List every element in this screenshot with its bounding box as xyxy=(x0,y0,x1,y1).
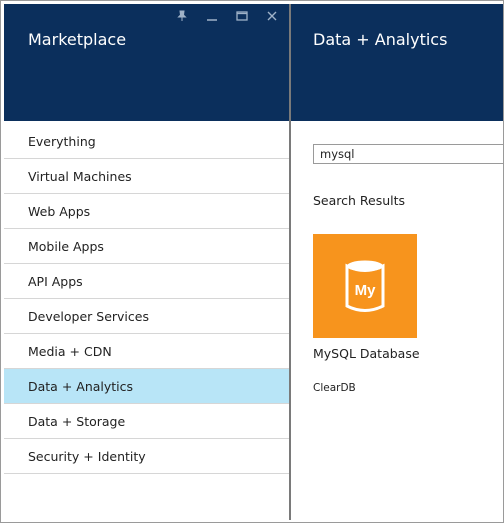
category-label: Web Apps xyxy=(28,203,91,219)
category-item[interactable]: Data + Storage xyxy=(4,404,289,439)
category-item[interactable]: Mobile Apps xyxy=(4,229,289,264)
category-label: Mobile Apps xyxy=(28,238,104,254)
category-item[interactable]: Web Apps xyxy=(4,194,289,229)
category-label: Data + Storage xyxy=(28,413,126,429)
category-item[interactable]: Everything xyxy=(4,124,289,159)
search-input[interactable]: mysql xyxy=(313,144,503,164)
marketplace-title: Marketplace xyxy=(28,30,127,49)
search-input-value: mysql xyxy=(320,147,355,161)
search-results-heading: Search Results xyxy=(313,193,406,208)
database-icon-label: My xyxy=(355,282,376,299)
category-label: Everything xyxy=(28,133,96,149)
category-item[interactable]: Security + Identity xyxy=(4,439,289,474)
detail-header: Data + Analytics xyxy=(291,4,503,121)
maximize-icon[interactable] xyxy=(231,8,253,24)
mysql-database-tile[interactable]: My xyxy=(313,234,417,338)
category-item[interactable]: Media + CDN xyxy=(4,334,289,369)
category-label: API Apps xyxy=(28,273,83,289)
category-item[interactable]: Data + Analytics xyxy=(4,369,289,404)
category-label: Data + Analytics xyxy=(28,378,134,394)
category-label: Developer Services xyxy=(28,308,149,324)
result-title[interactable]: MySQL Database xyxy=(313,346,420,361)
portal-window: Marketplace Everything Virtual Machines We… xyxy=(0,0,504,523)
category-label: Virtual Machines xyxy=(28,168,132,184)
close-icon[interactable] xyxy=(261,8,283,24)
marketplace-blade: Marketplace Everything Virtual Machines We… xyxy=(4,4,289,520)
data-analytics-blade: Data + Analytics mysql Search Results My… xyxy=(291,4,503,520)
result-publisher: ClearDB xyxy=(313,382,356,394)
category-item[interactable]: API Apps xyxy=(4,264,289,299)
category-list: Everything Virtual Machines Web Apps Mobile… xyxy=(4,124,289,474)
window-controls xyxy=(171,8,283,24)
category-label: Security + Identity xyxy=(28,448,146,464)
pin-icon[interactable] xyxy=(171,8,193,24)
category-item[interactable]: Developer Services xyxy=(4,299,289,334)
category-item[interactable]: Virtual Machines xyxy=(4,159,289,194)
minimize-icon[interactable] xyxy=(201,8,223,24)
detail-title: Data + Analytics xyxy=(313,30,448,49)
database-icon: My xyxy=(345,260,385,312)
marketplace-header: Marketplace xyxy=(4,4,289,121)
category-label: Media + CDN xyxy=(28,343,112,359)
